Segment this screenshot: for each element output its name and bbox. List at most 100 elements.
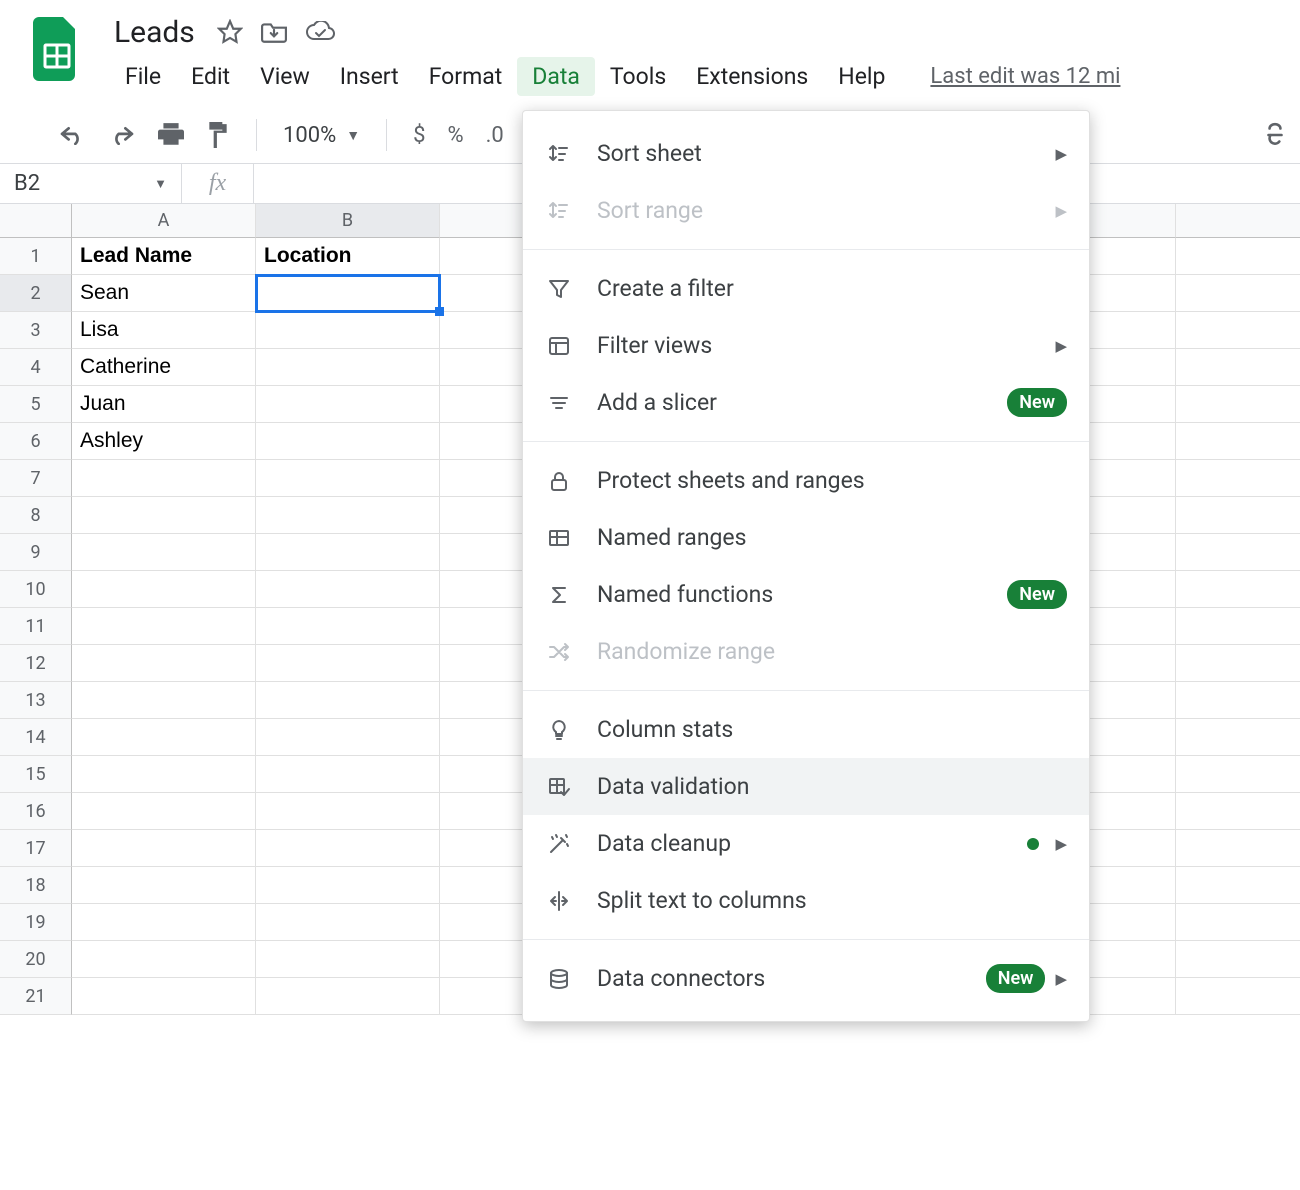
cell[interactable] xyxy=(72,682,256,719)
menu-item-named-functions[interactable]: Named functionsNew xyxy=(523,566,1089,623)
strikethrough-icon[interactable] xyxy=(1262,122,1288,148)
cell[interactable]: Lead Name xyxy=(72,238,256,275)
column-header[interactable]: A xyxy=(72,204,256,238)
cell[interactable] xyxy=(1176,978,1300,1015)
menu-extensions[interactable]: Extensions xyxy=(681,57,823,96)
cell[interactable] xyxy=(1176,645,1300,682)
cell[interactable]: Ashley xyxy=(72,423,256,460)
cell[interactable] xyxy=(1176,275,1300,312)
cell[interactable] xyxy=(256,386,440,423)
cell[interactable] xyxy=(1176,423,1300,460)
cell[interactable] xyxy=(256,608,440,645)
cell[interactable] xyxy=(1176,312,1300,349)
cell[interactable]: Location xyxy=(256,238,440,275)
cell[interactable] xyxy=(1176,571,1300,608)
row-header[interactable]: 4 xyxy=(0,349,72,386)
row-header[interactable]: 12 xyxy=(0,645,72,682)
menu-item-sort-sheet[interactable]: Sort sheet▶ xyxy=(523,125,1089,182)
row-header[interactable]: 21 xyxy=(0,978,72,1015)
zoom-dropdown[interactable]: 100% ▼ xyxy=(283,123,360,148)
cloud-status-icon[interactable] xyxy=(305,21,335,43)
cell[interactable] xyxy=(72,830,256,867)
cell[interactable] xyxy=(72,608,256,645)
cell[interactable] xyxy=(72,793,256,830)
cell[interactable] xyxy=(72,756,256,793)
cell[interactable] xyxy=(256,756,440,793)
row-header[interactable]: 16 xyxy=(0,793,72,830)
menu-item-column-stats[interactable]: Column stats xyxy=(523,701,1089,758)
cell[interactable] xyxy=(1176,682,1300,719)
move-to-drive-icon[interactable] xyxy=(261,21,287,43)
cell[interactable] xyxy=(256,867,440,904)
row-header[interactable]: 6 xyxy=(0,423,72,460)
menu-item-named-ranges[interactable]: Named ranges xyxy=(523,509,1089,566)
menu-item-data-connectors[interactable]: Data connectorsNew▶ xyxy=(523,950,1089,1007)
document-title[interactable]: Leads xyxy=(110,15,199,50)
cell[interactable]: Catherine xyxy=(72,349,256,386)
menu-tools[interactable]: Tools xyxy=(595,57,681,96)
row-header[interactable]: 15 xyxy=(0,756,72,793)
star-icon[interactable] xyxy=(217,19,243,45)
row-header[interactable]: 19 xyxy=(0,904,72,941)
cell[interactable] xyxy=(256,719,440,756)
cell[interactable] xyxy=(256,349,440,386)
cell[interactable] xyxy=(256,793,440,830)
row-header[interactable]: 7 xyxy=(0,460,72,497)
row-header[interactable]: 8 xyxy=(0,497,72,534)
cell[interactable] xyxy=(1176,386,1300,423)
select-all-corner[interactable] xyxy=(0,204,72,238)
cell[interactable] xyxy=(1176,497,1300,534)
print-icon[interactable] xyxy=(158,123,184,147)
row-header[interactable]: 5 xyxy=(0,386,72,423)
cell[interactable] xyxy=(1176,756,1300,793)
menu-data[interactable]: Data xyxy=(517,57,595,96)
cell[interactable]: Lisa xyxy=(72,312,256,349)
cell[interactable] xyxy=(1176,349,1300,386)
cell[interactable] xyxy=(256,978,440,1015)
cell[interactable] xyxy=(72,571,256,608)
menu-help[interactable]: Help xyxy=(823,57,900,96)
menu-view[interactable]: View xyxy=(245,57,325,96)
cell[interactable] xyxy=(1176,460,1300,497)
cell[interactable] xyxy=(1176,941,1300,978)
cell[interactable] xyxy=(1176,904,1300,941)
cell[interactable] xyxy=(256,275,440,312)
menu-item-data-validation[interactable]: Data validation xyxy=(523,758,1089,815)
column-header[interactable] xyxy=(1176,204,1300,238)
currency-format-button[interactable]: $ xyxy=(413,123,425,148)
cell[interactable] xyxy=(256,645,440,682)
cell[interactable] xyxy=(72,978,256,1015)
last-edit-link[interactable]: Last edit was 12 mi xyxy=(930,64,1120,89)
row-header[interactable]: 3 xyxy=(0,312,72,349)
cell[interactable] xyxy=(72,497,256,534)
menu-item-protect-sheets-and-ranges[interactable]: Protect sheets and ranges xyxy=(523,452,1089,509)
percent-format-button[interactable]: % xyxy=(447,123,463,148)
menu-file[interactable]: File xyxy=(110,57,176,96)
cell[interactable] xyxy=(72,904,256,941)
cell[interactable] xyxy=(1176,830,1300,867)
cell[interactable] xyxy=(1176,719,1300,756)
row-header[interactable]: 14 xyxy=(0,719,72,756)
cell[interactable] xyxy=(72,460,256,497)
cell[interactable] xyxy=(256,534,440,571)
column-header[interactable]: B xyxy=(256,204,440,238)
cell[interactable]: Sean xyxy=(72,275,256,312)
cell[interactable] xyxy=(256,682,440,719)
cell[interactable] xyxy=(72,645,256,682)
cell[interactable] xyxy=(1176,793,1300,830)
menu-item-filter-views[interactable]: Filter views▶ xyxy=(523,317,1089,374)
redo-icon[interactable] xyxy=(108,125,136,145)
cell[interactable] xyxy=(1176,867,1300,904)
cell[interactable] xyxy=(256,571,440,608)
menu-edit[interactable]: Edit xyxy=(176,57,245,96)
cell[interactable] xyxy=(1176,238,1300,275)
selection-handle[interactable] xyxy=(435,307,444,316)
cell[interactable] xyxy=(1176,534,1300,571)
decimal-format-button[interactable]: .0 xyxy=(486,123,504,148)
cell[interactable] xyxy=(256,423,440,460)
menu-item-data-cleanup[interactable]: Data cleanup▶ xyxy=(523,815,1089,872)
row-header[interactable]: 9 xyxy=(0,534,72,571)
cell[interactable] xyxy=(72,534,256,571)
cell[interactable] xyxy=(72,719,256,756)
cell[interactable] xyxy=(256,460,440,497)
